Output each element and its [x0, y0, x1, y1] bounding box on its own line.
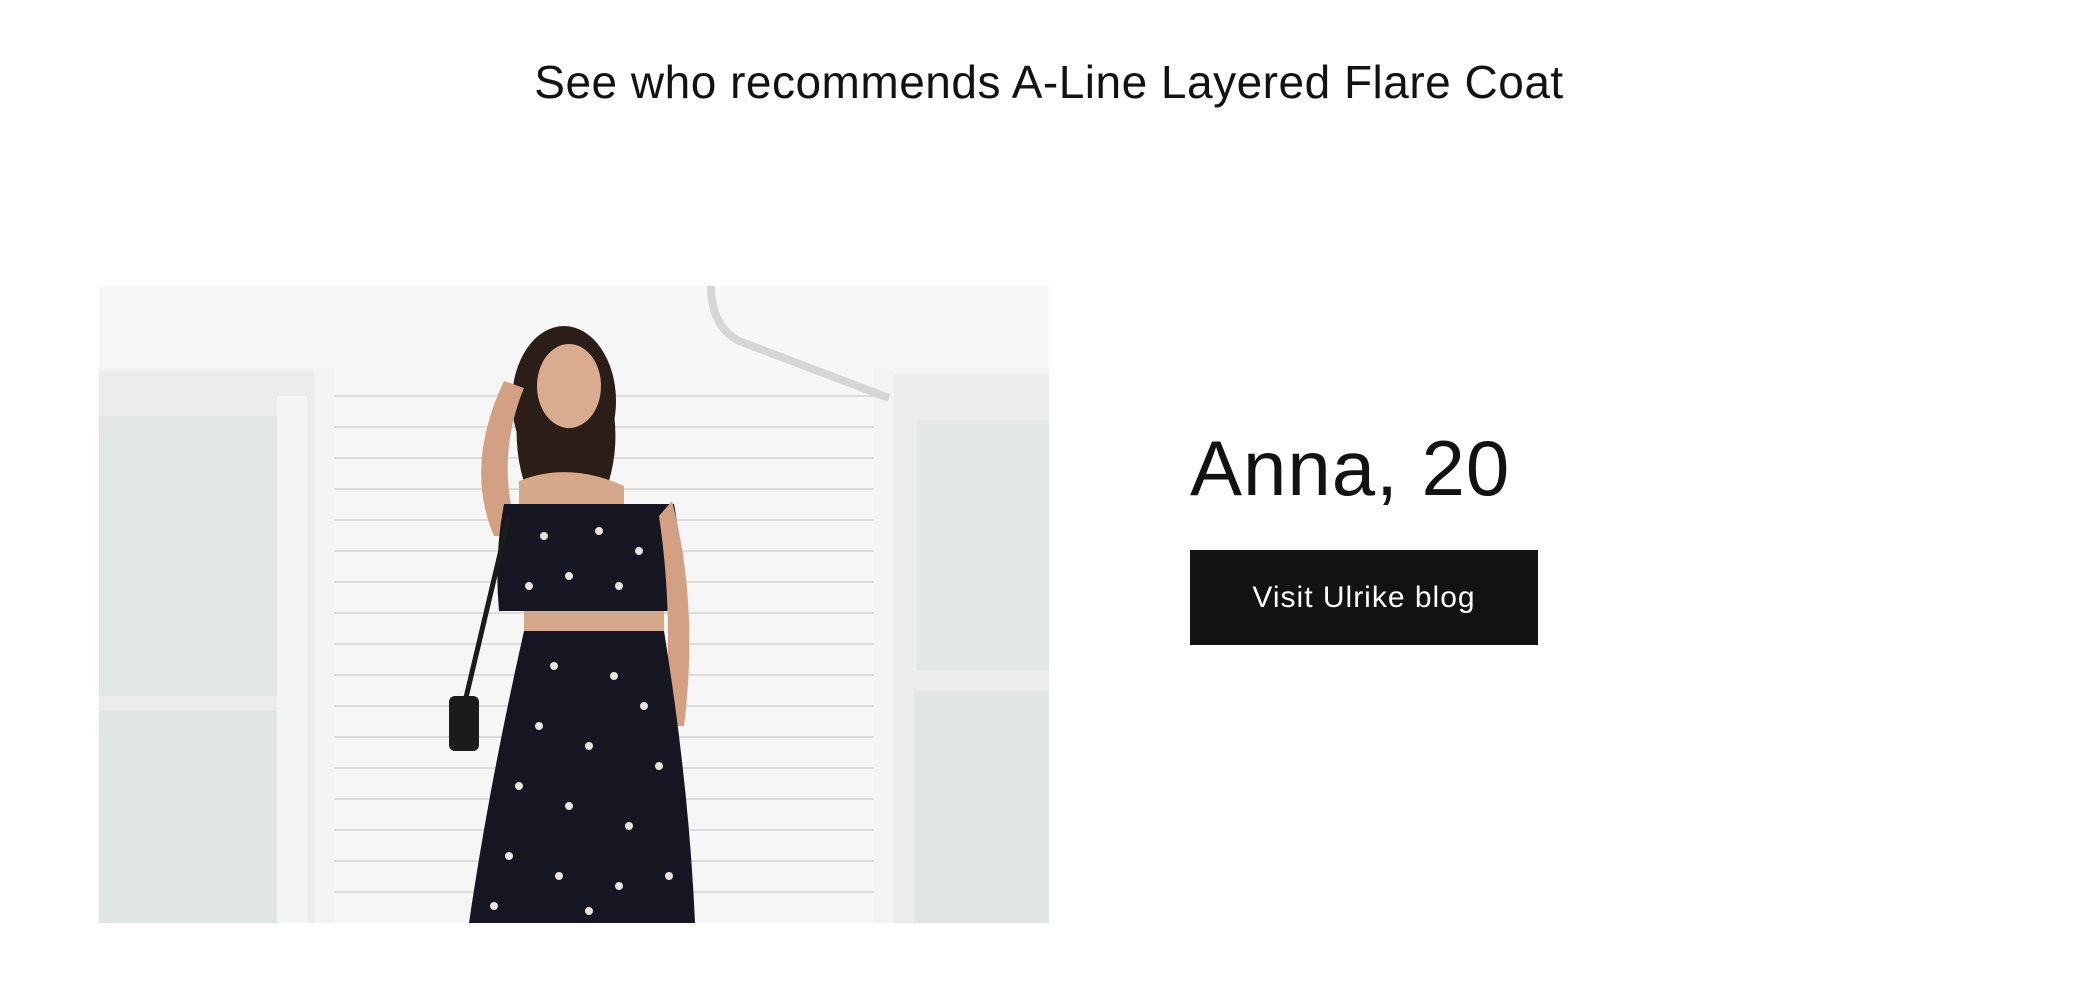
recommendation-section: See who recommends A-Line Layered Flare …	[0, 0, 2098, 990]
section-heading: See who recommends A-Line Layered Flare …	[534, 56, 1564, 108]
recommender-info: Anna, 20 Visit Ulrike blog	[1190, 418, 1538, 645]
recommender-name: Anna, 20	[1190, 424, 1511, 512]
recommender-photo	[99, 286, 1049, 923]
visit-blog-button[interactable]: Visit Ulrike blog	[1190, 550, 1538, 645]
